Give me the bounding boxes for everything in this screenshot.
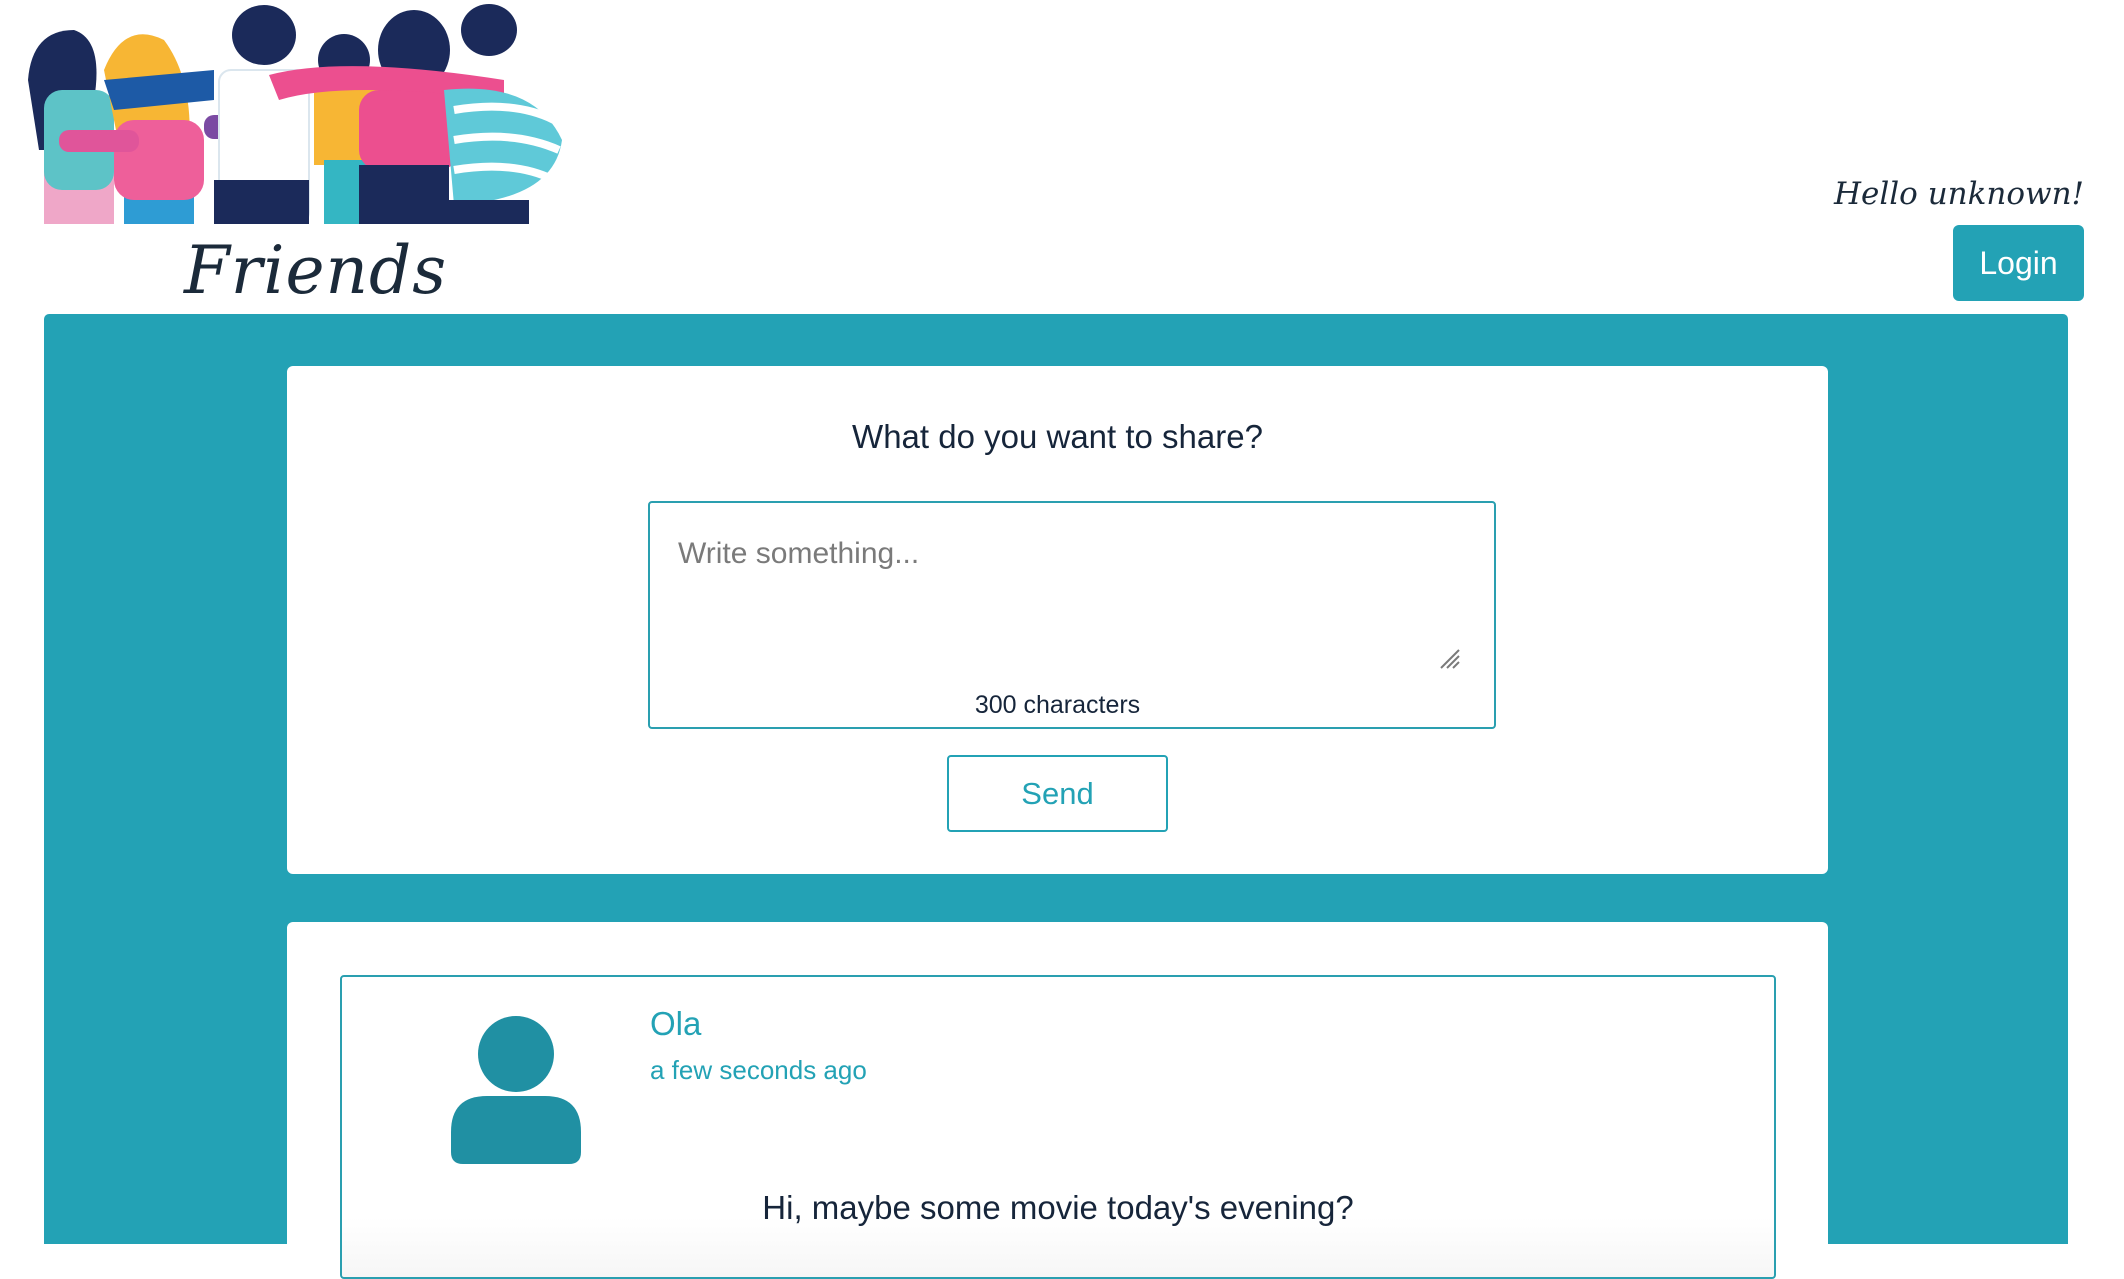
post-card: Ola a few seconds ago Hi, maybe some mov… — [340, 975, 1776, 1279]
share-title: What do you want to share? — [852, 418, 1263, 455]
post-timestamp: a few seconds ago — [650, 1055, 867, 1085]
post-text: Hi, maybe some movie today's evening? — [762, 1189, 1354, 1226]
main-content: What do you want to share? 300 character… — [44, 314, 2068, 1279]
resize-handle-icon[interactable] — [1437, 646, 1461, 670]
char-count: 300 characters — [974, 691, 1141, 719]
post-author[interactable]: Ola — [650, 1005, 701, 1043]
send-button[interactable]: Send — [947, 755, 1168, 832]
feed-card: Ola a few seconds ago Hi, maybe some mov… — [287, 922, 1828, 1279]
share-card: What do you want to share? 300 character… — [287, 366, 1828, 874]
greeting-text: Hello unknown! — [1833, 176, 2084, 212]
user-avatar-icon — [451, 1016, 581, 1164]
brand-title: Friends — [184, 232, 448, 309]
login-button[interactable]: Login — [1953, 225, 2084, 301]
friends-hug-illustration — [14, 0, 566, 225]
